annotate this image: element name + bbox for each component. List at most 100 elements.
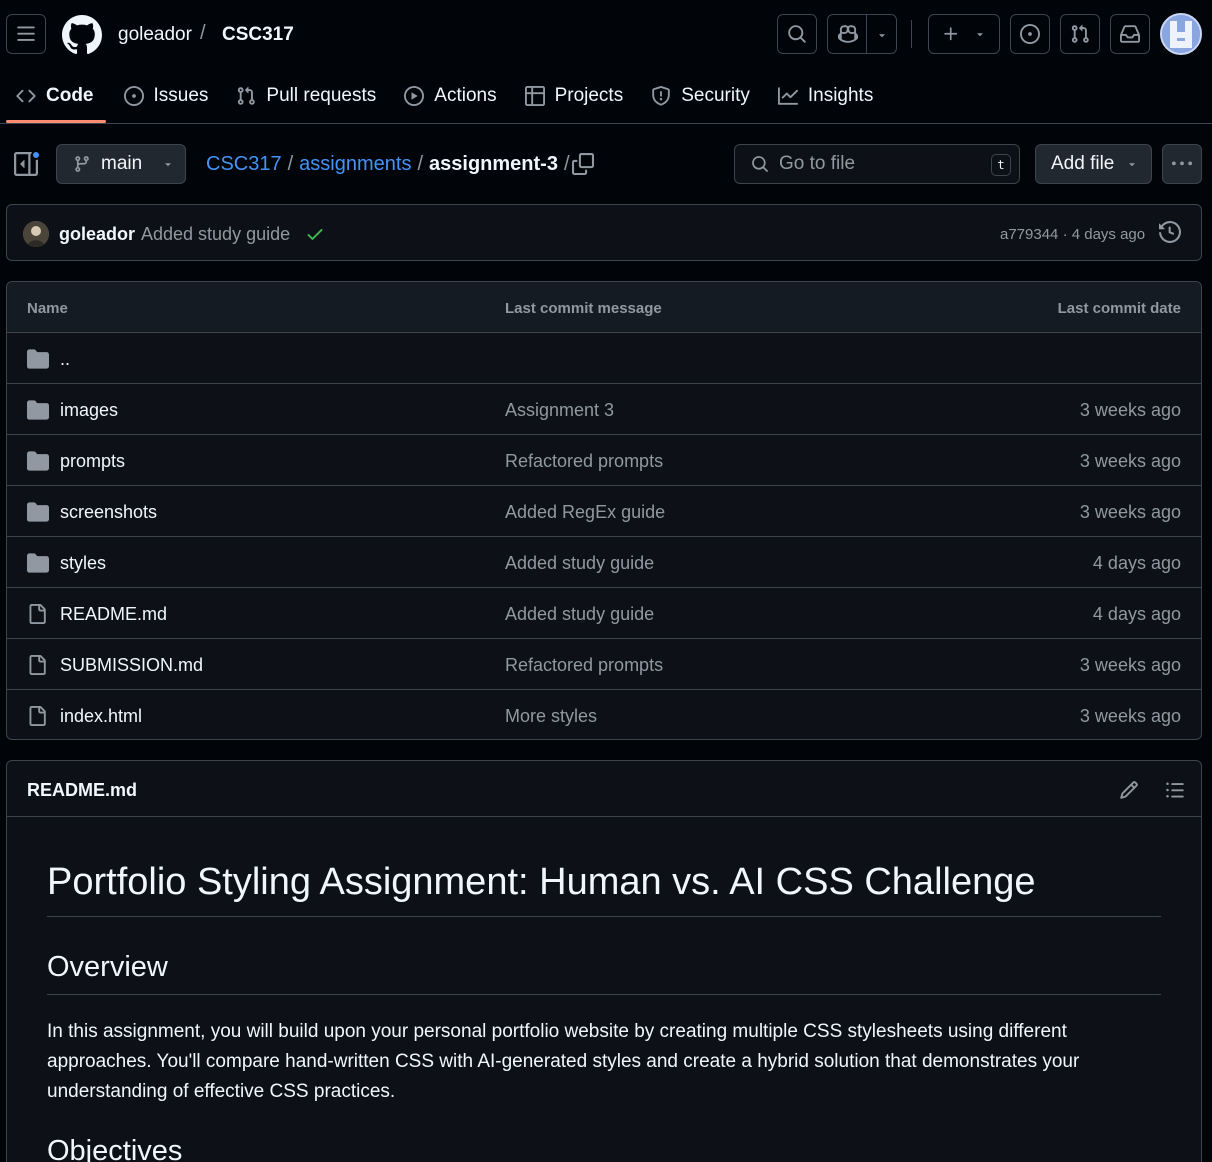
- file-name-link[interactable]: styles: [60, 553, 106, 574]
- tab-label: Issues: [153, 85, 209, 106]
- table-row[interactable]: ..: [7, 333, 1201, 384]
- breadcrumb-separator: /: [287, 153, 294, 175]
- chevron-down-icon[interactable]: [876, 29, 888, 41]
- repo-owner-link[interactable]: goleador: [118, 24, 192, 46]
- inbox-button[interactable]: [1110, 14, 1150, 54]
- commit-message-link[interactable]: Added study guide: [141, 224, 290, 245]
- table-row[interactable]: prompts Refactored prompts 3 weeks ago: [7, 435, 1201, 486]
- commit-message-link[interactable]: Added RegEx guide: [505, 502, 665, 523]
- add-file-button[interactable]: Add file: [1035, 144, 1152, 184]
- pull-request-icon: [236, 86, 256, 106]
- tab-security[interactable]: Security: [651, 72, 762, 120]
- commit-message-link[interactable]: Refactored prompts: [505, 655, 663, 676]
- copilot-icon[interactable]: [828, 24, 859, 44]
- tab-code[interactable]: Code: [6, 72, 106, 123]
- commit-author-link[interactable]: goleador: [59, 224, 135, 245]
- issue-icon: [1020, 24, 1040, 44]
- issues-button[interactable]: [1010, 14, 1050, 54]
- tab-label: Security: [681, 85, 750, 106]
- more-options-button[interactable]: [1162, 144, 1202, 184]
- check-icon[interactable]: [305, 224, 325, 244]
- copilot-button-group[interactable]: [827, 14, 897, 54]
- tab-projects[interactable]: Projects: [524, 72, 636, 120]
- breadcrumb-separator: /: [563, 153, 570, 175]
- latest-commit-bar: goleador Added study guide a779344 · 4 d…: [6, 204, 1202, 261]
- tab-label: Actions: [434, 85, 497, 106]
- search-button[interactable]: [777, 14, 817, 54]
- tab-label: Insights: [807, 85, 874, 106]
- user-avatar[interactable]: [1160, 13, 1202, 55]
- hamburger-icon: [17, 26, 35, 41]
- global-header: goleador / CSC317 Code Issues Pull reque…: [0, 0, 1212, 124]
- search-icon: [788, 25, 806, 43]
- table-row[interactable]: README.md Added study guide 4 days ago: [7, 588, 1201, 639]
- commit-date: 3 weeks ago: [1079, 706, 1181, 726]
- objectives-heading: Objectives: [47, 1135, 183, 1162]
- graph-icon: [777, 86, 798, 106]
- tab-actions[interactable]: Actions: [404, 72, 508, 120]
- file-name-link[interactable]: images: [60, 400, 118, 421]
- branch-name: main: [101, 153, 143, 174]
- commit-date: 3 weeks ago: [1079, 655, 1181, 675]
- branch-selector[interactable]: main: [56, 144, 186, 184]
- copy-path-button[interactable]: [572, 153, 594, 175]
- commit-message-link[interactable]: Added study guide: [505, 553, 654, 574]
- file-icon: [27, 654, 47, 676]
- pencil-icon[interactable]: [1119, 780, 1139, 800]
- github-logo-icon[interactable]: [62, 15, 102, 55]
- commit-message-link[interactable]: Added study guide: [505, 604, 654, 625]
- commit-message-link[interactable]: Refactored prompts: [505, 451, 663, 472]
- breadcrumb-repo-link[interactable]: CSC317: [206, 153, 282, 176]
- create-new-button[interactable]: [928, 14, 1000, 54]
- outline-list-icon[interactable]: [1165, 780, 1185, 800]
- file-name-link[interactable]: README.md: [60, 604, 167, 625]
- owner-repo-separator: /: [200, 22, 206, 44]
- menu-button[interactable]: [6, 14, 46, 54]
- readme-filename[interactable]: README.md: [27, 780, 137, 801]
- breadcrumb-folder-link[interactable]: assignments: [299, 153, 411, 176]
- table-row[interactable]: styles Added study guide 4 days ago: [7, 537, 1201, 588]
- file-icon: [27, 705, 47, 727]
- folder-icon: [27, 501, 49, 523]
- tab-pull-requests[interactable]: Pull requests: [236, 72, 388, 120]
- file-table-header: Name Last commit message Last commit dat…: [7, 282, 1201, 333]
- copy-icon: [572, 153, 594, 175]
- repo-name-link[interactable]: CSC317: [222, 24, 294, 46]
- overview-paragraph: In this assignment, you will build upon …: [47, 1021, 1080, 1102]
- play-icon: [404, 86, 425, 106]
- table-row[interactable]: images Assignment 3 3 weeks ago: [7, 384, 1201, 435]
- table-row[interactable]: index.html More styles 3 weeks ago: [7, 690, 1201, 739]
- file-name-link[interactable]: SUBMISSION.md: [60, 655, 203, 676]
- file-name-link[interactable]: screenshots: [60, 502, 157, 523]
- readme-panel: README.md Portfolio Styling Assignment: …: [6, 760, 1202, 1162]
- pull-requests-button[interactable]: [1060, 14, 1100, 54]
- folder-icon: [27, 450, 49, 472]
- repo-nav-tabs: Code Issues Pull requests Actions Projec…: [0, 72, 885, 124]
- table-row[interactable]: screenshots Added RegEx guide 3 weeks ago: [7, 486, 1201, 537]
- tab-insights[interactable]: Insights: [777, 72, 885, 120]
- commit-date: 3 weeks ago: [1079, 451, 1181, 471]
- file-rows: .. images Assignment 3 3 weeks ago prompts Re…: [7, 333, 1201, 739]
- tab-issues[interactable]: Issues: [123, 72, 221, 120]
- code-icon: [16, 86, 36, 106]
- file-icon: [27, 603, 47, 625]
- keyboard-shortcut-hint: t: [991, 154, 1011, 176]
- commit-hash-and-time[interactable]: a779344 · 4 days ago: [1000, 226, 1145, 243]
- file-name-link[interactable]: ..: [60, 349, 70, 370]
- commit-message-link[interactable]: Assignment 3: [505, 400, 614, 421]
- notification-dot: [31, 150, 41, 160]
- chevron-down-icon: [977, 33, 983, 37]
- file-name-link[interactable]: prompts: [60, 451, 125, 472]
- table-icon: [524, 86, 545, 106]
- commit-author-avatar[interactable]: [23, 221, 49, 247]
- history-icon[interactable]: [1159, 221, 1181, 243]
- kebab-horizontal-icon: [1172, 161, 1192, 166]
- table-row[interactable]: SUBMISSION.md Refactored prompts 3 weeks a…: [7, 639, 1201, 690]
- tab-label: Pull requests: [266, 85, 377, 106]
- branch-icon: [75, 156, 89, 172]
- file-name-link[interactable]: index.html: [60, 706, 142, 727]
- go-to-file-input[interactable]: Go to file t: [734, 144, 1020, 184]
- issue-icon: [123, 86, 144, 106]
- inbox-icon: [1120, 25, 1140, 43]
- commit-message-link[interactable]: More styles: [505, 706, 597, 727]
